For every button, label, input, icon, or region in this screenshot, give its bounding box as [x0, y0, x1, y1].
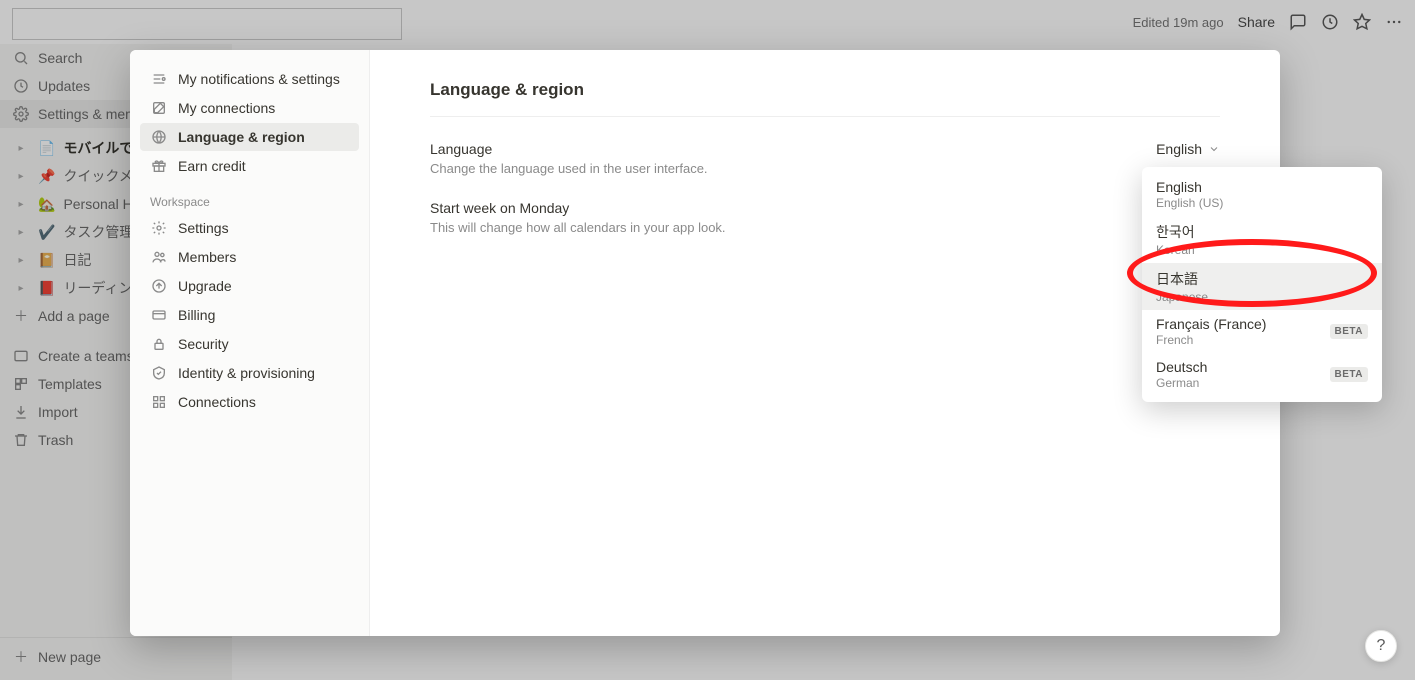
search-icon: [12, 49, 30, 67]
chevron-right-icon: ▸: [12, 139, 30, 157]
topbar: Edited 19m ago Share: [0, 0, 1415, 44]
teamspace-icon: [12, 347, 30, 365]
clock-icon: [12, 77, 30, 95]
option-primary: English: [1156, 179, 1368, 195]
page-emoji: 📔: [38, 252, 55, 269]
beta-badge: BETA: [1330, 367, 1368, 382]
workspace-section-label: Workspace: [136, 181, 363, 213]
settings-nav-upgrade[interactable]: Upgrade: [140, 272, 359, 300]
option-secondary: English (US): [1156, 196, 1368, 210]
edited-label: Edited 19m ago: [1133, 15, 1224, 30]
language-option-german[interactable]: DeutschGerman BETA: [1142, 353, 1382, 396]
gear-icon: [150, 219, 168, 237]
page-emoji: ✔️: [38, 224, 55, 241]
beta-badge: BETA: [1330, 324, 1368, 339]
conn-icon: [150, 99, 168, 117]
option-primary: 한국어: [1156, 222, 1368, 242]
topbar-actions: Edited 19m ago Share: [1133, 13, 1403, 31]
page-emoji: 📌: [38, 168, 55, 185]
settings-nav-members[interactable]: Members: [140, 243, 359, 271]
gift-icon: [150, 157, 168, 175]
language-dropdown: EnglishEnglish (US)한국어Korean日本語JapaneseF…: [1142, 167, 1382, 402]
settings-nav-identity-provisioning[interactable]: Identity & provisioning: [140, 359, 359, 387]
language-row: Language Change the language used in the…: [430, 135, 1220, 194]
language-desc: Change the language used in the user int…: [430, 161, 1156, 176]
sidebar-new-page[interactable]: ＋ New page: [0, 637, 232, 670]
option-secondary: French: [1156, 333, 1322, 347]
chevron-right-icon: ▸: [12, 251, 30, 269]
help-button[interactable]: ?: [1365, 630, 1397, 662]
more-icon[interactable]: [1385, 13, 1403, 31]
nav-label: My notifications & settings: [178, 71, 340, 87]
divider: [430, 116, 1220, 117]
trash-icon: [12, 431, 30, 449]
title-input[interactable]: [12, 8, 402, 40]
nav-label: Billing: [178, 307, 215, 323]
language-option-english-us-[interactable]: EnglishEnglish (US): [1142, 173, 1382, 216]
settings-nav-my-connections[interactable]: My connections: [140, 94, 359, 122]
language-select[interactable]: English: [1156, 141, 1220, 157]
settings-modal: My notifications & settings My connection…: [130, 50, 1280, 636]
week-start-row: Start week on Monday This will change ho…: [430, 194, 1220, 253]
nav-label: Earn credit: [178, 158, 246, 174]
page-title: Language & region: [430, 80, 1220, 100]
settings-nav-earn-credit[interactable]: Earn credit: [140, 152, 359, 180]
notif-icon: [150, 70, 168, 88]
option-primary: Deutsch: [1156, 359, 1322, 375]
language-option-korean[interactable]: 한국어Korean: [1142, 216, 1382, 263]
option-primary: Français (France): [1156, 316, 1322, 332]
nav-label: Members: [178, 249, 236, 265]
settings-nav-security[interactable]: Security: [140, 330, 359, 358]
apps-icon: [150, 393, 168, 411]
nav-label: Settings: [178, 220, 229, 236]
chevron-right-icon: ▸: [12, 279, 30, 297]
nav-label: My connections: [178, 100, 275, 116]
nav-label: Language & region: [178, 129, 305, 145]
settings-nav-billing[interactable]: Billing: [140, 301, 359, 329]
members-icon: [150, 248, 168, 266]
week-start-desc: This will change how all calendars in yo…: [430, 220, 1186, 235]
option-secondary: German: [1156, 376, 1322, 390]
settings-nav-language-region[interactable]: Language & region: [140, 123, 359, 151]
share-button[interactable]: Share: [1238, 14, 1275, 30]
settings-nav-settings[interactable]: Settings: [140, 214, 359, 242]
page-emoji: 🏡: [38, 196, 55, 213]
settings-nav-connections[interactable]: Connections: [140, 388, 359, 416]
week-start-label: Start week on Monday: [430, 200, 1186, 216]
security-icon: [150, 335, 168, 353]
star-icon[interactable]: [1353, 13, 1371, 31]
language-value: English: [1156, 141, 1202, 157]
option-secondary: Japanese: [1156, 290, 1368, 304]
billing-icon: [150, 306, 168, 324]
chevron-right-icon: ▸: [12, 195, 30, 213]
import-icon: [12, 403, 30, 421]
settings-sidebar: My notifications & settings My connection…: [130, 50, 370, 636]
upgrade-icon: [150, 277, 168, 295]
gear-icon: [12, 105, 30, 123]
templates-icon: [12, 375, 30, 393]
chevron-down-icon: [1208, 143, 1220, 155]
language-option-french[interactable]: Français (France)French BETA: [1142, 310, 1382, 353]
chevron-right-icon: ▸: [12, 223, 30, 241]
nav-label: Upgrade: [178, 278, 232, 294]
option-primary: 日本語: [1156, 269, 1368, 289]
nav-label: Connections: [178, 394, 256, 410]
identity-icon: [150, 364, 168, 382]
clock-icon[interactable]: [1321, 13, 1339, 31]
language-label: Language: [430, 141, 1156, 157]
plus-icon: ＋: [12, 648, 30, 666]
settings-nav-my-notifications-settings[interactable]: My notifications & settings: [140, 65, 359, 93]
nav-label: Identity & provisioning: [178, 365, 315, 381]
comment-icon[interactable]: [1289, 13, 1307, 31]
language-option-japanese[interactable]: 日本語Japanese: [1142, 263, 1382, 310]
globe-icon: [150, 128, 168, 146]
nav-label: Security: [178, 336, 229, 352]
option-secondary: Korean: [1156, 243, 1368, 257]
chevron-right-icon: ▸: [12, 167, 30, 185]
page-emoji: 📕: [38, 280, 55, 297]
page-emoji: 📄: [38, 140, 55, 157]
plus-icon: ＋: [12, 307, 30, 325]
